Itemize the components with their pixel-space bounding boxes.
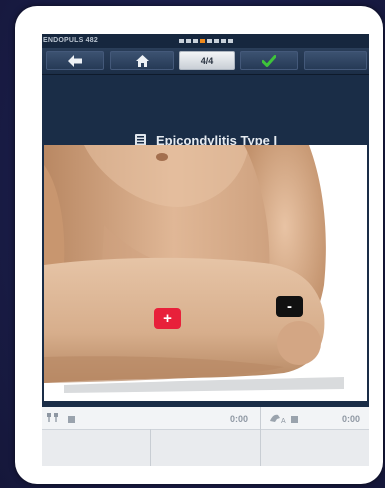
- confirm-button[interactable]: [240, 51, 298, 70]
- electrode-channel-icon: [47, 413, 58, 422]
- arrow-left-icon: [68, 54, 82, 67]
- step-2: [186, 39, 191, 43]
- back-button[interactable]: [46, 51, 104, 70]
- negative-electrode-label: -: [287, 298, 292, 315]
- step-7: [221, 39, 226, 43]
- divider: [260, 407, 261, 429]
- channel-a-indicator: [68, 416, 75, 423]
- status-bar: ENDOPULS 482: [42, 34, 369, 48]
- home-button[interactable]: [110, 51, 174, 70]
- step-5: [207, 39, 212, 43]
- page-indicator-button[interactable]: 4/4: [179, 51, 235, 70]
- step-4: [200, 39, 205, 43]
- device-screen: ENDOPULS 482 4/4 Epicondylitis Type I + …: [42, 34, 369, 466]
- empty-nav-slot: [304, 51, 367, 70]
- step-indicator: [179, 39, 233, 43]
- channel-row: 0:00 A 0:00: [42, 407, 369, 430]
- positive-electrode-label: +: [163, 310, 172, 327]
- hand-intensity-icon: A: [270, 414, 286, 424]
- brand-label: ENDOPULS 482: [43, 37, 98, 44]
- bottom-divider-left: [150, 429, 151, 466]
- positive-electrode[interactable]: +: [154, 308, 181, 329]
- navigation-bar: 4/4: [42, 48, 369, 75]
- channel-panel: 0:00 A 0:00: [42, 407, 369, 466]
- step-3: [193, 39, 198, 43]
- timer-left: 0:00: [230, 414, 249, 424]
- checkmark-icon: [262, 54, 276, 67]
- arm-illustration: [44, 145, 367, 401]
- svg-text:A: A: [281, 418, 286, 424]
- step-6: [214, 39, 219, 43]
- program-header: Epicondylitis Type I: [42, 75, 369, 148]
- timer-right: 0:00: [342, 414, 361, 424]
- treatment-illustration: + -: [44, 145, 367, 401]
- step-1: [179, 39, 184, 43]
- home-icon: [135, 54, 149, 67]
- step-8: [228, 39, 233, 43]
- page-label: 4/4: [200, 55, 214, 66]
- negative-electrode[interactable]: -: [276, 296, 303, 317]
- bottom-divider-right: [260, 429, 261, 466]
- channel-b-indicator: [291, 416, 298, 423]
